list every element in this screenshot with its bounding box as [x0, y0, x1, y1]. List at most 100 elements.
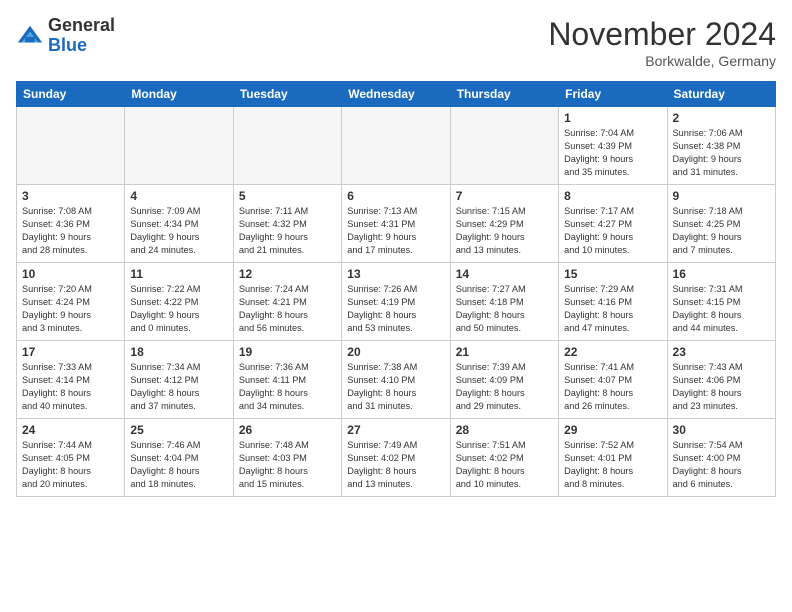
col-sunday: Sunday: [17, 82, 125, 107]
header: General Blue November 2024 Borkwalde, Ge…: [16, 16, 776, 69]
calendar-week-1: 3Sunrise: 7:08 AM Sunset: 4:36 PM Daylig…: [17, 185, 776, 263]
day-info: Sunrise: 7:44 AM Sunset: 4:05 PM Dayligh…: [22, 439, 119, 491]
col-tuesday: Tuesday: [233, 82, 341, 107]
day-number: 2: [673, 111, 770, 125]
col-wednesday: Wednesday: [342, 82, 450, 107]
day-info: Sunrise: 7:46 AM Sunset: 4:04 PM Dayligh…: [130, 439, 227, 491]
day-info: Sunrise: 7:18 AM Sunset: 4:25 PM Dayligh…: [673, 205, 770, 257]
day-number: 11: [130, 267, 227, 281]
day-number: 12: [239, 267, 336, 281]
day-number: 9: [673, 189, 770, 203]
day-info: Sunrise: 7:34 AM Sunset: 4:12 PM Dayligh…: [130, 361, 227, 413]
calendar-week-3: 17 Sunrise: 7:33 AM Sunset: 4:14 PM Dayli…: [17, 341, 776, 419]
calendar-cell: 3Sunrise: 7:08 AM Sunset: 4:36 PM Daylig…: [17, 185, 125, 263]
col-friday: Friday: [559, 82, 667, 107]
day-number: 6: [347, 189, 444, 203]
day-number: 27: [347, 423, 444, 437]
logo-text: General Blue: [48, 16, 115, 56]
day-info: Sunrise: 7:41 AM Sunset: 4:07 PM Dayligh…: [564, 361, 661, 413]
month-title: November 2024: [548, 16, 776, 53]
calendar-cell: 22Sunrise: 7:41 AM Sunset: 4:07 PM Dayli…: [559, 341, 667, 419]
calendar-cell: 12 Sunrise: 7:24 AM Sunset: 4:21 PM Dayli…: [233, 263, 341, 341]
location: Borkwalde, Germany: [548, 53, 776, 69]
col-monday: Monday: [125, 82, 233, 107]
day-info: Sunrise: 7:26 AM Sunset: 4:19 PM Dayligh…: [347, 283, 444, 335]
day-info: Sunrise: 7:11 AM Sunset: 4:32 PM Dayligh…: [239, 205, 336, 257]
calendar-cell: 17 Sunrise: 7:33 AM Sunset: 4:14 PM Dayli…: [17, 341, 125, 419]
calendar-cell: 28Sunrise: 7:51 AM Sunset: 4:02 PM Dayli…: [450, 419, 558, 497]
header-row: Sunday Monday Tuesday Wednesday Thursday…: [17, 82, 776, 107]
calendar-cell: 4 Sunrise: 7:09 AM Sunset: 4:34 PM Daylig…: [125, 185, 233, 263]
day-number: 23: [673, 345, 770, 359]
calendar-cell: 8Sunrise: 7:17 AM Sunset: 4:27 PM Daylig…: [559, 185, 667, 263]
day-info: Sunrise: 7:06 AM Sunset: 4:38 PM Dayligh…: [673, 127, 770, 179]
calendar-cell: 29Sunrise: 7:52 AM Sunset: 4:01 PM Dayli…: [559, 419, 667, 497]
calendar-cell: 20 Sunrise: 7:38 AM Sunset: 4:10 PM Dayli…: [342, 341, 450, 419]
day-info: Sunrise: 7:09 AM Sunset: 4:34 PM Dayligh…: [130, 205, 227, 257]
day-number: 17: [22, 345, 119, 359]
calendar-cell: 10 Sunrise: 7:20 AM Sunset: 4:24 PM Dayli…: [17, 263, 125, 341]
day-info: Sunrise: 7:48 AM Sunset: 4:03 PM Dayligh…: [239, 439, 336, 491]
calendar-cell: 27 Sunrise: 7:49 AM Sunset: 4:02 PM Dayli…: [342, 419, 450, 497]
calendar-cell: [450, 107, 558, 185]
day-number: 8: [564, 189, 661, 203]
calendar-cell: 24 Sunrise: 7:44 AM Sunset: 4:05 PM Dayli…: [17, 419, 125, 497]
calendar-week-4: 24 Sunrise: 7:44 AM Sunset: 4:05 PM Dayli…: [17, 419, 776, 497]
day-number: 19: [239, 345, 336, 359]
calendar-cell: 5Sunrise: 7:11 AM Sunset: 4:32 PM Daylig…: [233, 185, 341, 263]
logo: General Blue: [16, 16, 115, 56]
day-info: Sunrise: 7:43 AM Sunset: 4:06 PM Dayligh…: [673, 361, 770, 413]
calendar-cell: 30 Sunrise: 7:54 AM Sunset: 4:00 PM Dayli…: [667, 419, 775, 497]
logo-general-text: General: [48, 15, 115, 35]
day-number: 3: [22, 189, 119, 203]
day-info: Sunrise: 7:13 AM Sunset: 4:31 PM Dayligh…: [347, 205, 444, 257]
day-number: 14: [456, 267, 553, 281]
day-number: 21: [456, 345, 553, 359]
calendar-cell: [233, 107, 341, 185]
calendar-week-2: 10 Sunrise: 7:20 AM Sunset: 4:24 PM Dayli…: [17, 263, 776, 341]
day-number: 30: [673, 423, 770, 437]
day-number: 28: [456, 423, 553, 437]
calendar-cell: 13 Sunrise: 7:26 AM Sunset: 4:19 PM Dayli…: [342, 263, 450, 341]
calendar-cell: 15 Sunrise: 7:29 AM Sunset: 4:16 PM Dayli…: [559, 263, 667, 341]
day-info: Sunrise: 7:54 AM Sunset: 4:00 PM Dayligh…: [673, 439, 770, 491]
calendar-cell: 6 Sunrise: 7:13 AM Sunset: 4:31 PM Daylig…: [342, 185, 450, 263]
day-info: Sunrise: 7:04 AM Sunset: 4:39 PM Dayligh…: [564, 127, 661, 179]
calendar-cell: 11 Sunrise: 7:22 AM Sunset: 4:22 PM Dayli…: [125, 263, 233, 341]
day-info: Sunrise: 7:27 AM Sunset: 4:18 PM Dayligh…: [456, 283, 553, 335]
calendar-cell: 18 Sunrise: 7:34 AM Sunset: 4:12 PM Dayli…: [125, 341, 233, 419]
calendar-cell: 7 Sunrise: 7:15 AM Sunset: 4:29 PM Daylig…: [450, 185, 558, 263]
day-number: 15: [564, 267, 661, 281]
day-number: 18: [130, 345, 227, 359]
calendar-cell: 21 Sunrise: 7:39 AM Sunset: 4:09 PM Dayli…: [450, 341, 558, 419]
day-number: 10: [22, 267, 119, 281]
day-info: Sunrise: 7:39 AM Sunset: 4:09 PM Dayligh…: [456, 361, 553, 413]
day-number: 26: [239, 423, 336, 437]
day-number: 13: [347, 267, 444, 281]
day-number: 1: [564, 111, 661, 125]
calendar-cell: [17, 107, 125, 185]
col-thursday: Thursday: [450, 82, 558, 107]
page-container: General Blue November 2024 Borkwalde, Ge…: [0, 0, 792, 505]
logo-blue-text: Blue: [48, 35, 87, 55]
calendar-week-0: 1 Sunrise: 7:04 AM Sunset: 4:39 PM Daylig…: [17, 107, 776, 185]
day-info: Sunrise: 7:38 AM Sunset: 4:10 PM Dayligh…: [347, 361, 444, 413]
day-info: Sunrise: 7:29 AM Sunset: 4:16 PM Dayligh…: [564, 283, 661, 335]
day-info: Sunrise: 7:33 AM Sunset: 4:14 PM Dayligh…: [22, 361, 119, 413]
day-info: Sunrise: 7:24 AM Sunset: 4:21 PM Dayligh…: [239, 283, 336, 335]
day-info: Sunrise: 7:31 AM Sunset: 4:15 PM Dayligh…: [673, 283, 770, 335]
day-number: 7: [456, 189, 553, 203]
day-number: 29: [564, 423, 661, 437]
day-info: Sunrise: 7:15 AM Sunset: 4:29 PM Dayligh…: [456, 205, 553, 257]
calendar-cell: 14 Sunrise: 7:27 AM Sunset: 4:18 PM Dayli…: [450, 263, 558, 341]
day-number: 4: [130, 189, 227, 203]
day-info: Sunrise: 7:49 AM Sunset: 4:02 PM Dayligh…: [347, 439, 444, 491]
calendar-cell: 25Sunrise: 7:46 AM Sunset: 4:04 PM Dayli…: [125, 419, 233, 497]
col-saturday: Saturday: [667, 82, 775, 107]
day-info: Sunrise: 7:22 AM Sunset: 4:22 PM Dayligh…: [130, 283, 227, 335]
calendar-cell: 23 Sunrise: 7:43 AM Sunset: 4:06 PM Dayli…: [667, 341, 775, 419]
calendar-cell: 1 Sunrise: 7:04 AM Sunset: 4:39 PM Daylig…: [559, 107, 667, 185]
day-info: Sunrise: 7:20 AM Sunset: 4:24 PM Dayligh…: [22, 283, 119, 335]
day-number: 20: [347, 345, 444, 359]
day-number: 24: [22, 423, 119, 437]
